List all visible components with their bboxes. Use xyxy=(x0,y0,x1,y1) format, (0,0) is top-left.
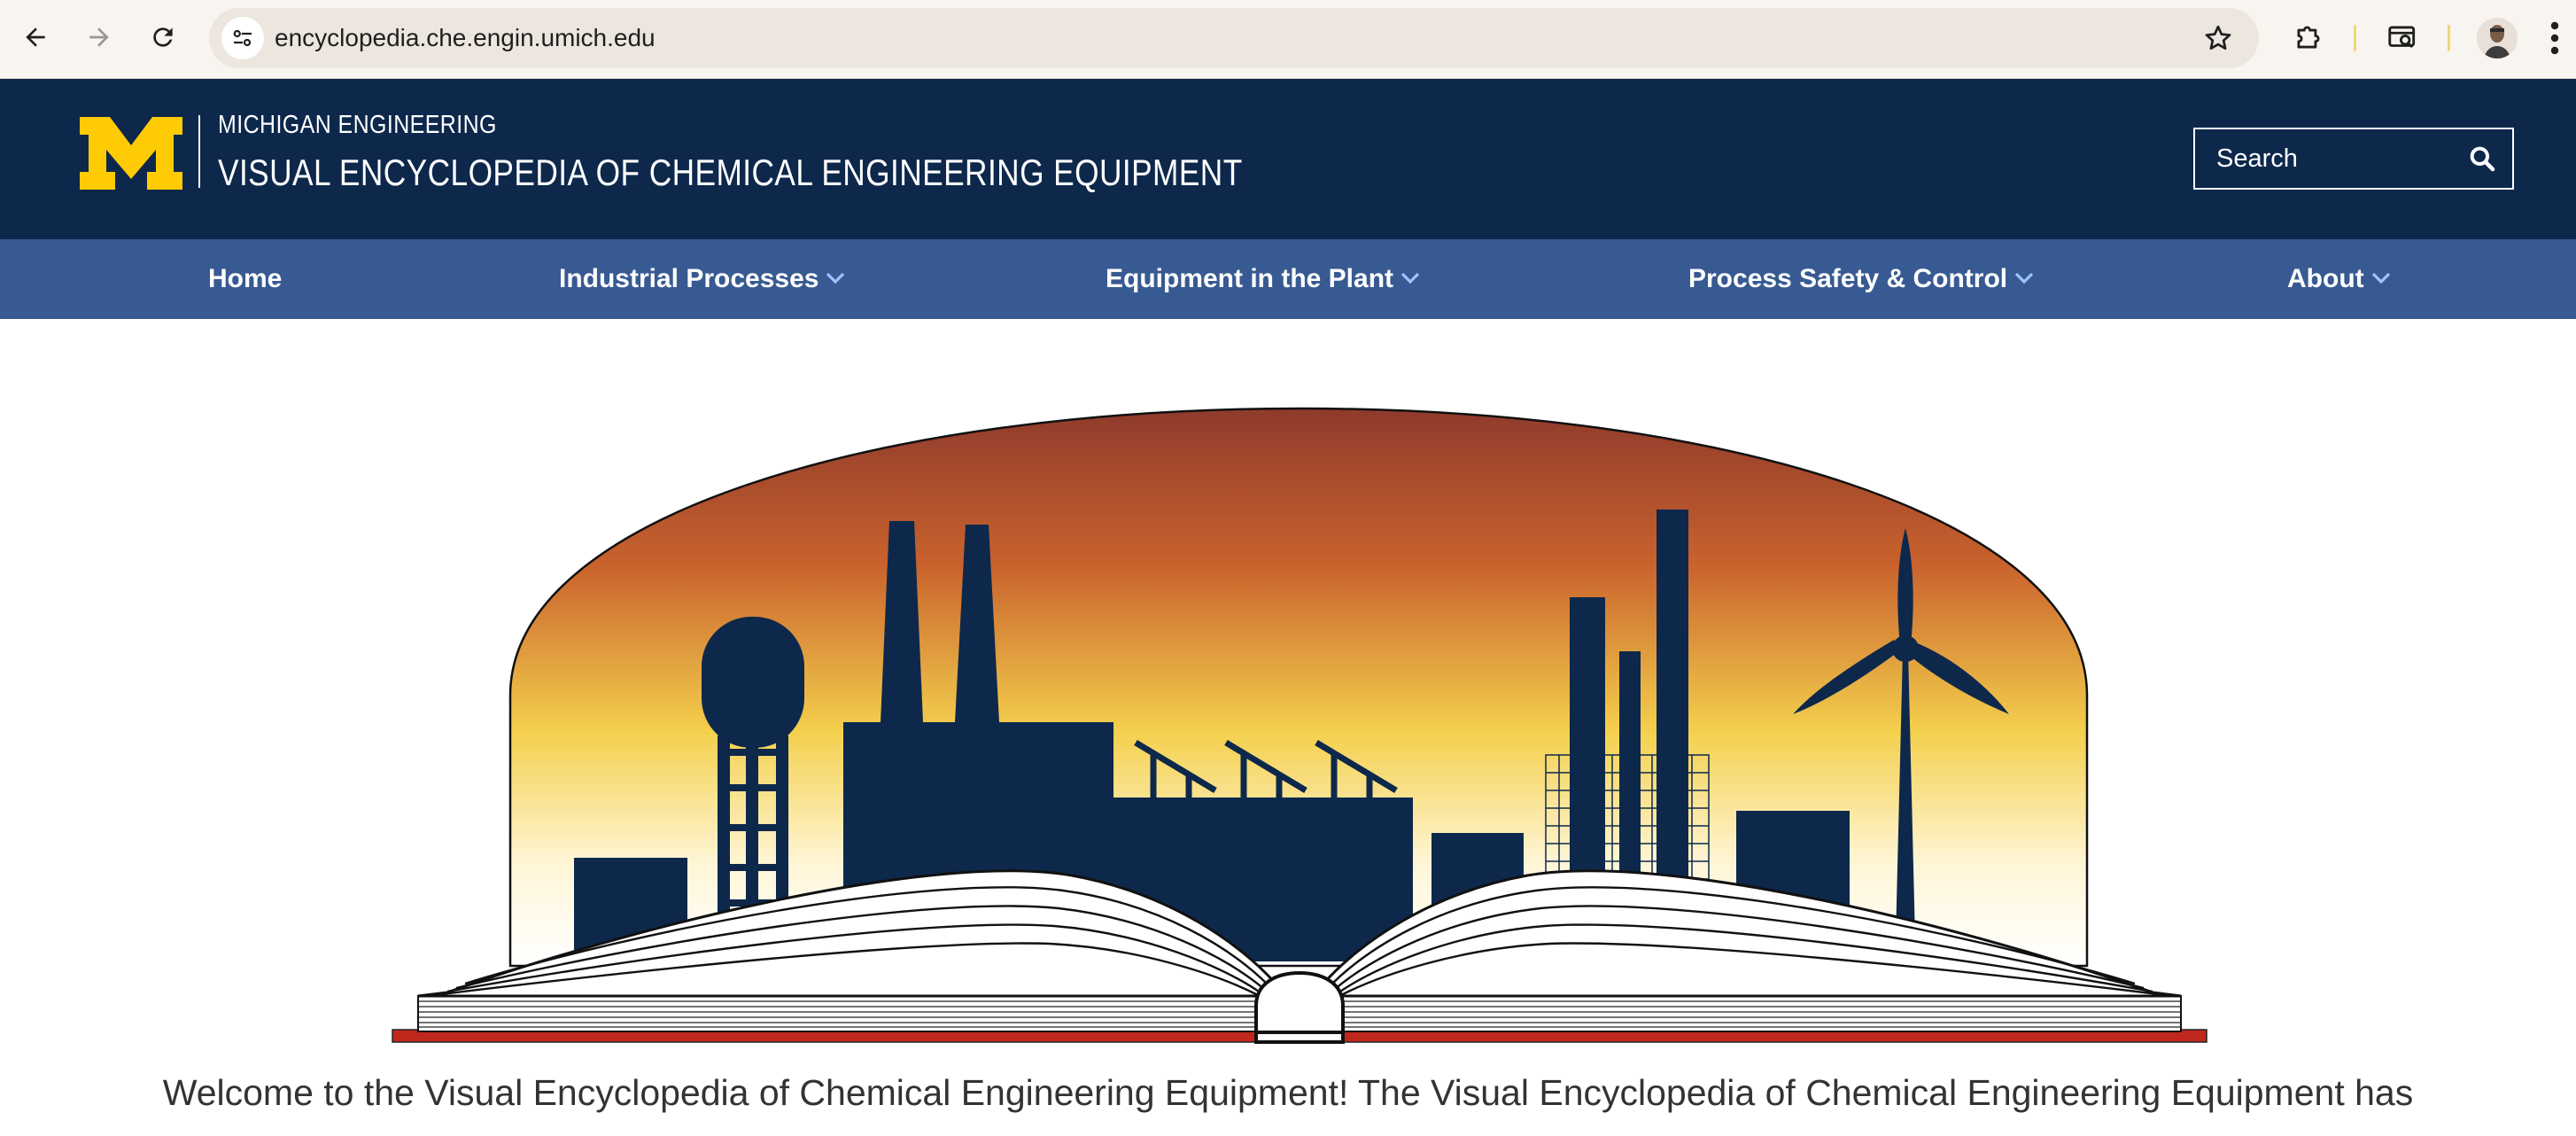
more-menu-icon[interactable] xyxy=(2548,19,2562,57)
site-title[interactable]: VISUAL ENCYCLOPEDIA OF CHEMICAL ENGINEER… xyxy=(218,152,1243,194)
reload-button[interactable] xyxy=(140,14,186,60)
profile-avatar[interactable] xyxy=(2477,18,2518,58)
extensions-button[interactable] xyxy=(2289,18,2328,57)
nav-industrial-processes-label: Industrial Processes xyxy=(559,264,819,293)
site-info-button[interactable] xyxy=(221,17,264,59)
search-icon[interactable] xyxy=(2468,144,2496,173)
main-navigation: Home Industrial Processes Equipment in t… xyxy=(0,239,2576,319)
tab-search-icon xyxy=(2388,26,2416,49)
site-header: MICHIGAN ENGINEERING VISUAL ENCYCLOPEDIA… xyxy=(0,79,2576,239)
welcome-text: Welcome to the Visual Encyclopedia of Ch… xyxy=(162,1072,2414,1113)
toolbar-separator xyxy=(2448,25,2450,51)
reload-icon xyxy=(153,27,173,47)
logo-divider xyxy=(198,115,200,188)
chevron-down-icon xyxy=(1401,272,1420,284)
nav-process-safety-label: Process Safety & Control xyxy=(1688,264,2008,293)
back-arrow-icon xyxy=(26,27,45,47)
chevron-down-icon xyxy=(2371,272,2390,284)
tab-search-button[interactable] xyxy=(2383,18,2422,57)
chevron-down-icon xyxy=(2014,272,2034,284)
michigan-block-m-logo[interactable] xyxy=(80,117,182,190)
search-form xyxy=(2193,128,2514,190)
nav-home[interactable]: Home xyxy=(208,239,282,319)
back-button[interactable] xyxy=(12,14,58,60)
forward-button[interactable] xyxy=(76,14,122,60)
browser-toolbar: encyclopedia.che.engin.umich.edu xyxy=(0,0,2576,79)
nav-equipment-label: Equipment in the Plant xyxy=(1106,264,1394,293)
nav-equipment-in-the-plant[interactable]: Equipment in the Plant xyxy=(1106,239,1420,319)
toolbar-separator xyxy=(2354,25,2356,51)
site-info-icon xyxy=(233,29,252,47)
profile-photo-icon xyxy=(2477,18,2518,58)
nav-about[interactable]: About xyxy=(2287,239,2391,319)
address-bar[interactable]: encyclopedia.che.engin.umich.edu xyxy=(209,8,2259,68)
hero-illustration xyxy=(392,407,2207,1044)
nav-process-safety-control[interactable]: Process Safety & Control xyxy=(1688,239,2034,319)
search-input[interactable] xyxy=(2195,129,2461,188)
nav-about-label: About xyxy=(2287,264,2364,293)
nav-home-label: Home xyxy=(208,264,283,293)
forward-arrow-icon xyxy=(89,27,109,47)
url-text[interactable]: encyclopedia.che.engin.umich.edu xyxy=(275,8,656,68)
chevron-down-icon xyxy=(826,272,845,284)
extensions-puzzle-icon xyxy=(2297,26,2320,49)
nav-industrial-processes[interactable]: Industrial Processes xyxy=(559,239,845,319)
org-name[interactable]: MICHIGAN ENGINEERING xyxy=(218,111,497,140)
bookmark-star-icon[interactable] xyxy=(2202,22,2234,54)
